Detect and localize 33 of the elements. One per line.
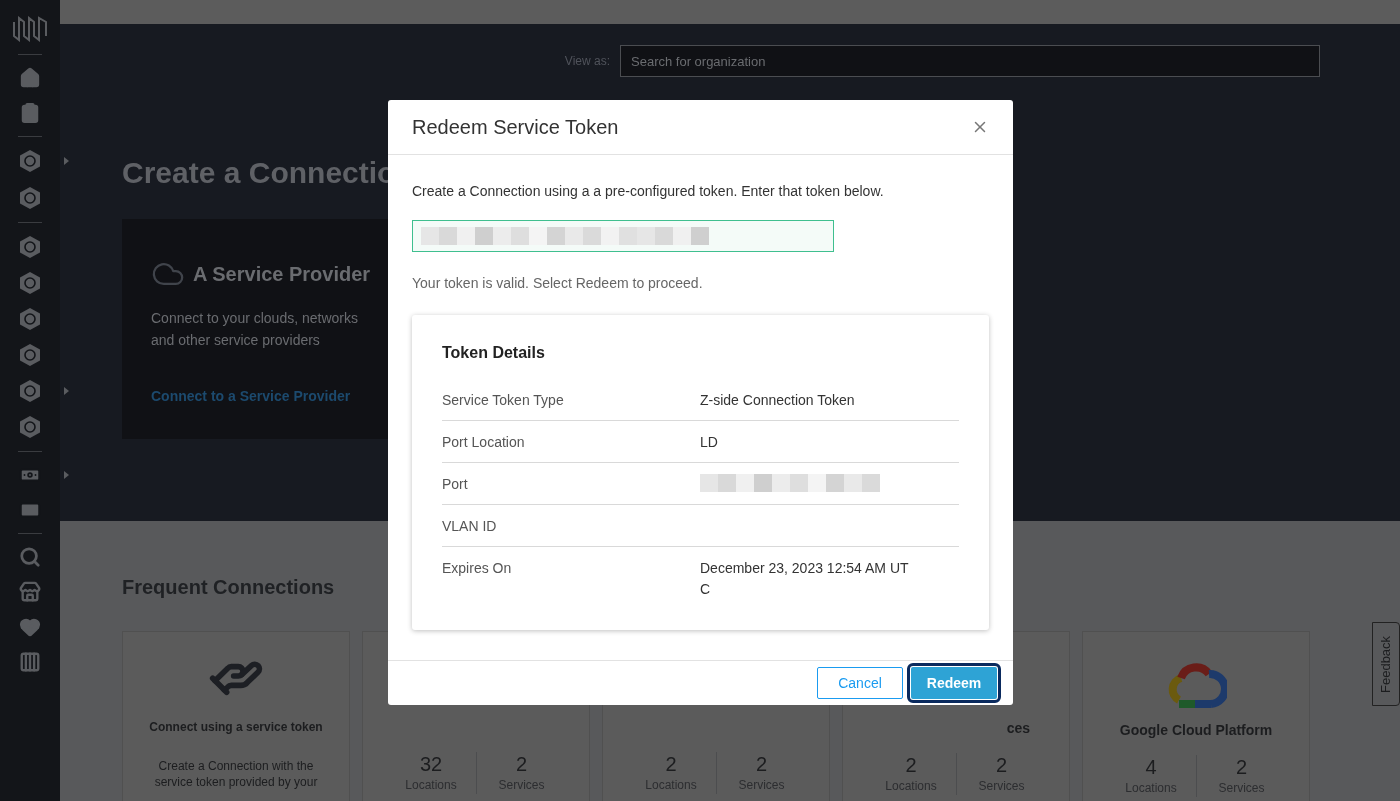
cancel-button[interactable]: Cancel bbox=[817, 667, 903, 699]
stat-value: 2 bbox=[665, 752, 677, 776]
stat-value: 2 bbox=[995, 753, 1008, 777]
stat-value: 2 bbox=[755, 752, 768, 776]
provider-link[interactable]: Connect to a Service Provider bbox=[151, 386, 388, 407]
dialog-intro: Create a Connection using a a pre-configured token. Enter that token below. bbox=[412, 182, 885, 201]
stat-value: 2 bbox=[1235, 755, 1248, 779]
detail-label: VLAN ID bbox=[442, 517, 498, 536]
detail-label: Port Location bbox=[442, 433, 526, 452]
card-title: Connect using a service token bbox=[149, 719, 323, 736]
card-description: Connect to your clouds, networks and other service providers bbox=[151, 309, 359, 350]
validation-message: Your token is valid. Select Redeem to proceed. bbox=[412, 274, 704, 293]
stat-value: 2 bbox=[905, 753, 917, 777]
detail-label: Port bbox=[442, 475, 469, 494]
dialog-title: Redeem Service Token bbox=[412, 115, 619, 140]
feedback-tab[interactable]: Feedback bbox=[1372, 622, 1400, 706]
organization-search-field[interactable]: Search for organization bbox=[620, 45, 1320, 77]
view-as-label: View as: bbox=[564, 53, 610, 70]
connection-card[interactable]: Connect using a service token Create a Connection with the service token provided by your bbox=[122, 631, 350, 801]
detail-value: LD bbox=[700, 433, 719, 452]
card-description: Create a Connection with the service token provided by your bbox=[153, 758, 319, 790]
details-title: Token Details bbox=[442, 343, 546, 363]
detail-label: Service Token Type bbox=[442, 391, 565, 410]
stat-value: 2 bbox=[515, 752, 528, 776]
section-title: Frequent Connections bbox=[122, 575, 335, 600]
stat-value: 4 bbox=[1145, 755, 1157, 779]
stat-value: 32 bbox=[419, 752, 443, 776]
card-title: A Service Provider bbox=[193, 262, 371, 287]
card-title: ces bbox=[1006, 719, 1030, 738]
card-title: Google Cloud Platform bbox=[1119, 721, 1273, 740]
detail-value: December 23, 2023 12:54 AM UTC bbox=[700, 559, 910, 599]
detail-label: Expires On bbox=[442, 559, 513, 578]
detail-value: Z-side Connection Token bbox=[700, 391, 856, 410]
